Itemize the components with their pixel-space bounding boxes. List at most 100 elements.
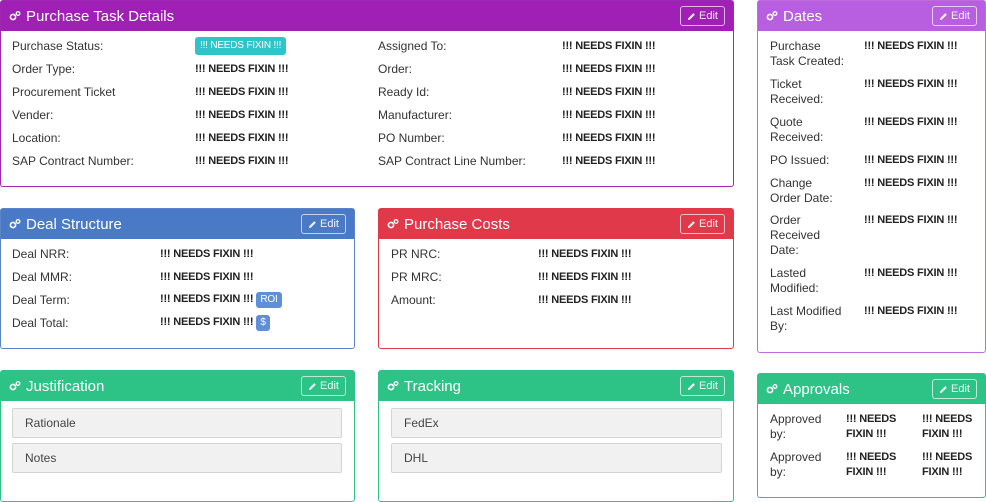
field-value: !!! NEEDS FIXIN !!!	[562, 86, 656, 98]
gears-icon	[387, 218, 399, 230]
fedex-field[interactable]: FedEx	[391, 408, 722, 438]
date-label: PO Issued:	[770, 153, 830, 167]
gears-icon	[766, 383, 778, 395]
edit-button[interactable]: Edit	[301, 376, 346, 396]
edit-button[interactable]: Edit	[680, 6, 725, 26]
field-value: !!! NEEDS FIXIN !!!	[160, 271, 254, 283]
date-label: Ticket Received:	[770, 77, 824, 106]
approval-value: !!! NEEDS FIXIN !!!	[846, 451, 897, 478]
field-label: SAP Contract Line Number:	[378, 154, 526, 168]
date-value: !!! NEEDS FIXIN !!!	[864, 177, 958, 189]
panel-title: Deal Structure	[26, 215, 122, 233]
field-label: PO Number:	[378, 131, 445, 145]
date-label: Order Received Date:	[770, 213, 821, 257]
field-value: !!! NEEDS FIXIN !!! $	[160, 315, 270, 331]
field-label: Deal MMR:	[12, 270, 73, 284]
field-value: !!! NEEDS FIXIN !!!	[538, 248, 632, 260]
field-value: !!! NEEDS FIXIN !!!	[195, 86, 289, 98]
tracking-heading: Tracking Edit	[379, 371, 733, 401]
pencil-icon	[308, 382, 317, 391]
field-label: Ready Id:	[378, 85, 430, 99]
field-value: !!! NEEDS FIXIN !!!	[195, 155, 289, 167]
pencil-icon	[939, 385, 948, 394]
date-value: !!! NEEDS FIXIN !!!	[864, 214, 958, 226]
date-label: Change Order Date:	[770, 176, 833, 205]
edit-label: Edit	[320, 380, 339, 392]
field-value: !!! NEEDS FIXIN !!!	[195, 132, 289, 144]
field-label: Deal Total:	[12, 316, 69, 330]
field-value: !!! NEEDS FIXIN !!! ROI	[160, 292, 282, 308]
notes-field[interactable]: Notes	[12, 443, 342, 473]
field-label: Amount:	[391, 293, 436, 307]
date-value: !!! NEEDS FIXIN !!!	[864, 116, 958, 128]
date-value: !!! NEEDS FIXIN !!!	[864, 78, 958, 90]
edit-label: Edit	[951, 10, 970, 22]
pencil-icon	[939, 12, 948, 21]
field-value: !!! NEEDS FIXIN !!!	[160, 248, 254, 260]
approvals-panel: Approvals Edit Approved by: !!! NEEDS FIXI…	[757, 373, 986, 498]
edit-label: Edit	[951, 383, 970, 395]
tracking-panel: Tracking Edit FedEx DHL	[378, 370, 734, 502]
edit-label: Edit	[699, 218, 718, 230]
approval-label: Approved by:	[770, 412, 822, 441]
rationale-field[interactable]: Rationale	[12, 408, 342, 438]
panel-title: Purchase Task Details	[26, 7, 175, 25]
edit-label: Edit	[699, 10, 718, 22]
edit-button[interactable]: Edit	[680, 376, 725, 396]
field-value: !!! NEEDS FIXIN !!!	[195, 37, 287, 55]
field-label: Deal Term:	[12, 293, 70, 307]
panel-title: Dates	[783, 7, 823, 25]
dates-panel: Dates Edit Purchase Task Created: !!! NEE…	[757, 0, 986, 353]
dollar-badge[interactable]: $	[256, 315, 270, 331]
dhl-field[interactable]: DHL	[391, 443, 722, 473]
date-value: !!! NEEDS FIXIN !!!	[864, 267, 958, 279]
deal-structure-panel: Deal Structure Edit Deal NRR: !!! NEEDS …	[0, 208, 355, 349]
field-value: !!! NEEDS FIXIN !!!	[195, 63, 289, 75]
field-value: !!! NEEDS FIXIN !!!	[562, 109, 656, 121]
edit-button[interactable]: Edit	[301, 214, 346, 234]
purchase-costs-heading: Purchase Costs Edit	[379, 209, 733, 239]
date-label: Quote Received:	[770, 115, 824, 144]
field-label: Order:	[378, 62, 413, 76]
panel-title: Tracking	[404, 377, 461, 395]
gears-icon	[9, 10, 21, 22]
gears-icon	[9, 380, 21, 392]
field-label: PR MRC:	[391, 270, 442, 284]
gears-icon	[766, 10, 778, 22]
edit-button[interactable]: Edit	[932, 379, 977, 399]
date-value: !!! NEEDS FIXIN !!!	[864, 40, 958, 52]
field-label: Vender:	[12, 108, 54, 122]
purchase-costs-panel: Purchase Costs Edit PR NRC: !!! NEEDS FI…	[378, 208, 734, 349]
edit-label: Edit	[699, 380, 718, 392]
approval-value: !!! NEEDS FIXIN !!!	[922, 413, 973, 440]
status-badge: !!! NEEDS FIXIN !!!	[195, 37, 287, 55]
field-label: SAP Contract Number:	[12, 154, 134, 168]
edit-button[interactable]: Edit	[932, 6, 977, 26]
field-label: Deal NRR:	[12, 247, 70, 261]
purchase-task-details-panel: Purchase Task Details Edit Purchase Stat…	[0, 0, 734, 187]
edit-label: Edit	[320, 218, 339, 230]
edit-button[interactable]: Edit	[680, 214, 725, 234]
date-label: Purchase Task Created:	[770, 39, 845, 68]
gears-icon	[9, 218, 21, 230]
field-value: !!! NEEDS FIXIN !!!	[195, 109, 289, 121]
field-label: Assigned To:	[378, 39, 447, 53]
field-value: !!! NEEDS FIXIN !!!	[562, 155, 656, 167]
pencil-icon	[687, 12, 696, 21]
pencil-icon	[687, 220, 696, 229]
roi-badge[interactable]: ROI	[256, 292, 282, 308]
date-value: !!! NEEDS FIXIN !!!	[864, 154, 958, 166]
field-label: PR NRC:	[391, 247, 441, 261]
date-value: !!! NEEDS FIXIN !!!	[864, 305, 958, 317]
approval-value: !!! NEEDS FIXIN !!!	[922, 451, 973, 478]
panel-title: Justification	[26, 377, 105, 395]
panel-title: Approvals	[783, 380, 850, 398]
approval-label: Approved by:	[770, 450, 822, 479]
justification-heading: Justification Edit	[1, 371, 354, 401]
field-label: Procurement Ticket	[12, 85, 116, 99]
approvals-heading: Approvals Edit	[758, 374, 985, 404]
purchase-task-details-heading: Purchase Task Details Edit	[1, 1, 733, 31]
field-value: !!! NEEDS FIXIN !!!	[562, 63, 656, 75]
field-label: Purchase Status:	[12, 39, 104, 53]
field-label: Location:	[12, 131, 61, 145]
